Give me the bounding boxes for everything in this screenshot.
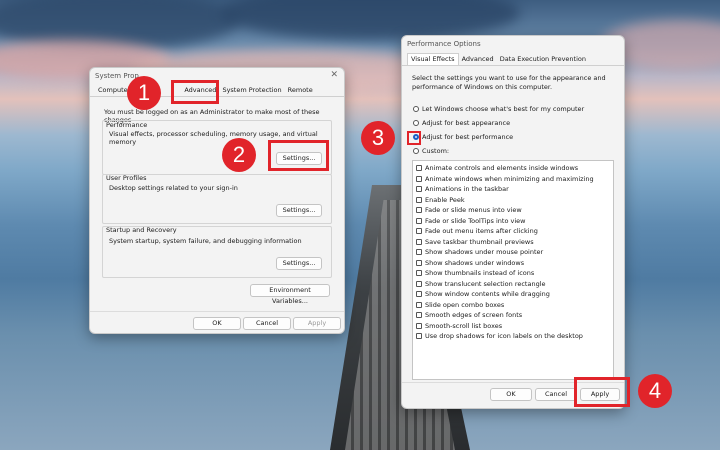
effect-label: Animations in the taskbar (425, 185, 509, 194)
tab-bar: Visual Effects Advanced Data Execution P… (402, 52, 624, 66)
user-profiles-settings-button[interactable]: Settings... (276, 204, 322, 217)
radio-label: Let Windows choose what's best for my co… (422, 105, 585, 113)
tab-visual-effects[interactable]: Visual Effects (407, 53, 459, 65)
effect-checkbox-row[interactable]: Show window contents while dragging (413, 289, 613, 300)
effect-checkbox-row[interactable]: Show shadows under mouse pointer (413, 247, 613, 258)
checkbox-icon (416, 217, 422, 224)
radio-best-appearance[interactable]: Adjust for best appearance (413, 119, 510, 127)
cancel-button[interactable]: Cancel (535, 388, 577, 401)
checkbox-icon (416, 238, 422, 245)
effect-checkbox-row[interactable]: Show thumbnails instead of icons (413, 268, 613, 279)
apply-button[interactable]: Apply (293, 317, 341, 330)
effect-label: Save taskbar thumbnail previews (425, 237, 534, 246)
checkbox-icon (416, 249, 422, 256)
effect-checkbox-row[interactable]: Slide open combo boxes (413, 300, 613, 311)
close-icon[interactable]: ✕ (330, 70, 338, 80)
title-bar: Performance Options (402, 36, 624, 52)
window-title: Performance Options (407, 40, 481, 48)
effect-checkbox-row[interactable]: Animate controls and elements inside win… (413, 163, 613, 174)
radio-icon (413, 106, 419, 112)
ok-button[interactable]: OK (193, 317, 241, 330)
checkbox-icon (416, 196, 422, 203)
environment-variables-button[interactable]: Environment Variables... (250, 284, 330, 305)
effect-label: Show window contents while dragging (425, 290, 550, 299)
radio-icon (413, 148, 419, 154)
effect-checkbox-row[interactable]: Animate windows when minimizing and maxi… (413, 174, 613, 185)
effect-label: Enable Peek (425, 195, 465, 204)
checkbox-icon (416, 322, 422, 329)
intro-text: Select the settings you want to use for … (412, 74, 606, 91)
effect-checkbox-row[interactable]: Smooth-scroll list boxes (413, 321, 613, 332)
checkbox-icon (416, 280, 422, 287)
performance-options-window: Performance Options Visual Effects Advan… (401, 35, 625, 409)
user-profiles-title: User Profiles (106, 174, 147, 182)
checkbox-icon (416, 207, 422, 214)
radio-icon (413, 120, 419, 126)
effect-checkbox-row[interactable]: Smooth edges of screen fonts (413, 310, 613, 321)
checkbox-icon (416, 186, 422, 193)
radio-best-performance[interactable]: Adjust for best performance (413, 133, 513, 141)
effect-label: Show shadows under mouse pointer (425, 248, 544, 257)
effect-checkbox-row[interactable]: Enable Peek (413, 195, 613, 206)
startup-recovery-title: Startup and Recovery (106, 226, 177, 234)
startup-recovery-desc: System startup, system failure, and debu… (109, 237, 302, 245)
effect-label: Show thumbnails instead of icons (425, 269, 535, 278)
radio-label: Adjust for best performance (422, 133, 514, 141)
effect-checkbox-row[interactable]: Fade out menu items after clicking (413, 226, 613, 237)
tab-advanced[interactable]: Advanced (459, 54, 497, 65)
startup-settings-button[interactable]: Settings... (276, 257, 322, 270)
radio-label: Custom: (422, 147, 450, 155)
checkbox-icon (416, 259, 422, 266)
visual-effects-list[interactable]: Animate controls and elements inside win… (412, 160, 614, 380)
checkbox-icon (416, 333, 422, 340)
step-badge-4: 4 (638, 374, 672, 408)
user-profiles-desc: Desktop settings related to your sign-in (109, 184, 238, 192)
cancel-button[interactable]: Cancel (243, 317, 291, 330)
step-badge-3: 3 (361, 121, 395, 155)
effect-label: Slide open combo boxes (425, 300, 505, 309)
radio-custom[interactable]: Custom: (413, 147, 449, 155)
highlight-apply-button (574, 377, 630, 407)
effect-checkbox-row[interactable]: Save taskbar thumbnail previews (413, 237, 613, 248)
checkbox-icon (416, 270, 422, 277)
effect-checkbox-row[interactable]: Show translucent selection rectangle (413, 279, 613, 290)
effect-checkbox-row[interactable]: Use drop shadows for icon labels on the … (413, 331, 613, 342)
radio-let-windows-choose[interactable]: Let Windows choose what's best for my co… (413, 105, 584, 113)
radio-label: Adjust for best appearance (422, 119, 511, 127)
effect-label: Smooth edges of screen fonts (425, 311, 523, 320)
effect-label: Animate controls and elements inside win… (425, 164, 579, 173)
effect-label: Show shadows under windows (425, 258, 525, 267)
effect-label: Animate windows when minimizing and maxi… (425, 174, 594, 183)
effect-label: Fade or slide ToolTips into view (425, 216, 526, 225)
performance-title: Performance (106, 121, 148, 129)
ok-button[interactable]: OK (490, 388, 532, 401)
effect-label: Smooth-scroll list boxes (425, 321, 503, 330)
step-badge-1: 1 (127, 76, 161, 110)
effect-checkbox-row[interactable]: Animations in the taskbar (413, 184, 613, 195)
effect-label: Use drop shadows for icon labels on the … (425, 332, 583, 341)
tab-remote[interactable]: Remote (285, 85, 316, 96)
highlight-radio-best-performance (407, 131, 421, 145)
checkbox-icon (416, 291, 422, 298)
effect-label: Show translucent selection rectangle (425, 279, 546, 288)
effect-checkbox-row[interactable]: Show shadows under windows (413, 258, 613, 269)
system-properties-window: System Prop ✕ Computer Advanced System P… (89, 67, 345, 334)
highlight-settings-button (268, 140, 329, 171)
effect-checkbox-row[interactable]: Fade or slide menus into view (413, 205, 613, 216)
tab-system-protection[interactable]: System Protection (219, 85, 284, 96)
checkbox-icon (416, 175, 422, 182)
checkbox-icon (416, 228, 422, 235)
effect-label: Fade or slide menus into view (425, 206, 522, 215)
checkbox-icon (416, 165, 422, 172)
button-separator (90, 311, 344, 312)
checkbox-icon (416, 312, 422, 319)
cloud (220, 0, 520, 40)
step-badge-2: 2 (222, 138, 256, 172)
checkbox-icon (416, 301, 422, 308)
effect-checkbox-row[interactable]: Fade or slide ToolTips into view (413, 216, 613, 227)
effect-label: Fade out menu items after clicking (425, 227, 538, 236)
highlight-advanced-tab (171, 80, 219, 104)
tab-data-execution-prevention[interactable]: Data Execution Prevention (497, 54, 589, 65)
